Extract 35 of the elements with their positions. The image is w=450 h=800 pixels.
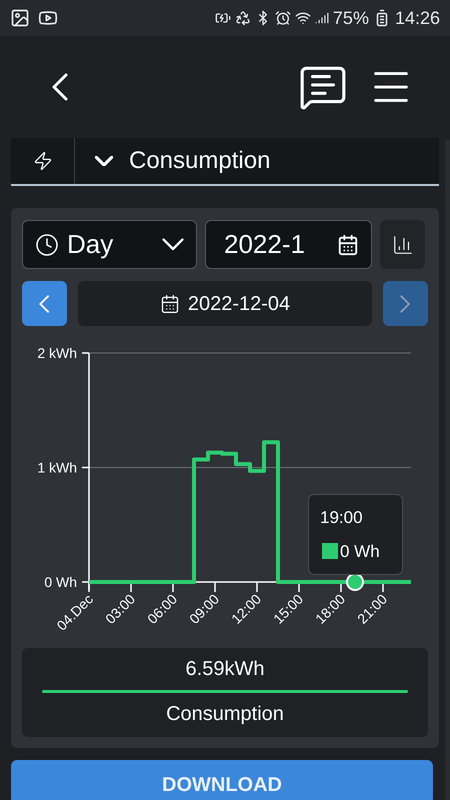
y-axis-label: 2 kWh (37, 345, 77, 361)
recycle-icon (234, 10, 251, 26)
series-label: Consumption (166, 702, 284, 727)
tick-mark (172, 582, 174, 592)
tick-mark (382, 582, 384, 592)
image-icon (10, 8, 30, 28)
chevron-down-icon (162, 238, 184, 251)
chart-type-button[interactable] (380, 220, 425, 269)
lightning-icon (32, 151, 52, 171)
calendar-icon (337, 234, 359, 256)
y-axis-label: 1 kWh (37, 460, 77, 476)
clock-icon (35, 232, 59, 256)
chevron-left-icon (39, 294, 50, 312)
bar-chart-icon (392, 234, 414, 256)
calendar-icon (160, 294, 180, 314)
period-select[interactable]: Day (22, 220, 197, 269)
total-value: 6.59kWh (186, 657, 264, 682)
battery-percent: 75% (332, 6, 369, 30)
tick-mark (130, 582, 132, 592)
tooltip-time: 19:00 (320, 507, 364, 529)
date-display[interactable]: 2022-12-04 (78, 281, 372, 326)
hover-point (346, 573, 364, 591)
chevron-right-icon (400, 294, 411, 312)
chevron-down-icon (95, 156, 113, 166)
tooltip-value: 0 Wh (340, 540, 380, 562)
alarm-icon (274, 10, 291, 26)
tick-mark (298, 582, 300, 592)
tick-mark (340, 582, 342, 592)
y-axis-label: 0 Wh (44, 574, 77, 590)
tick-mark (82, 466, 89, 468)
wifi-icon (294, 10, 311, 26)
signal-icon (314, 11, 329, 25)
tick-mark (82, 352, 89, 354)
clock-time: 14:26 (394, 6, 440, 30)
date-field[interactable]: 2022-1 (205, 220, 372, 269)
